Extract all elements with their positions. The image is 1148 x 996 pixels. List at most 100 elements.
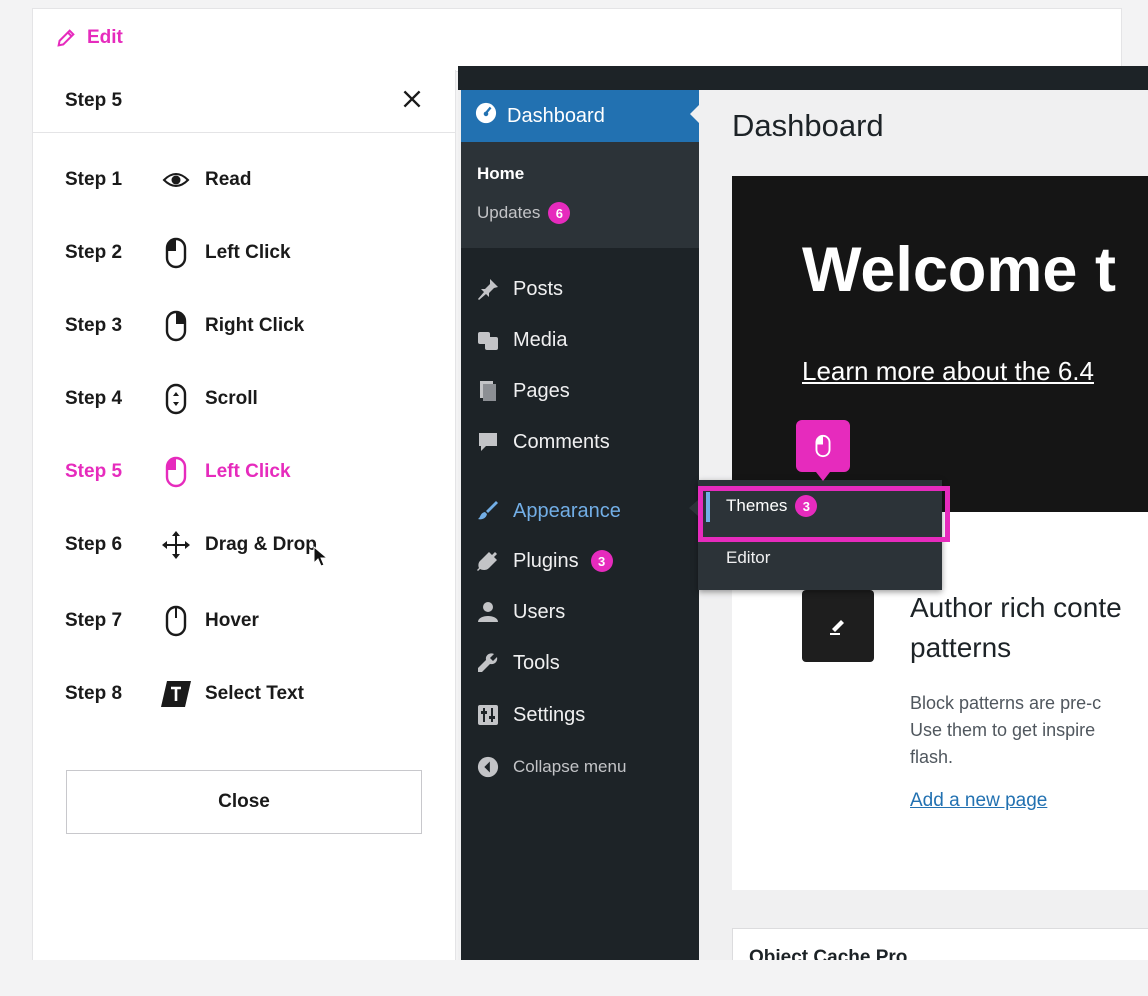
collapse-arrow-icon	[475, 754, 501, 780]
card-text: Block patterns are pre-c Use them to get…	[910, 690, 1101, 771]
submenu-home[interactable]: Home	[477, 164, 524, 184]
move-arrows-icon	[161, 528, 191, 562]
top-bar: Edit	[32, 8, 1122, 72]
text-select-icon	[161, 677, 191, 711]
edit-pen-icon	[802, 590, 874, 662]
sidebar-item-comments[interactable]: Comments	[475, 429, 610, 455]
sidebar-label: Users	[513, 600, 566, 623]
step-label: Step 1	[65, 169, 123, 190]
sidebar-label: Media	[513, 328, 568, 351]
step-label: Step 3	[65, 315, 123, 336]
sidebar-item-dashboard[interactable]: Dashboard	[461, 90, 700, 142]
close-icon[interactable]	[399, 86, 425, 112]
welcome-link[interactable]: Learn more about the 6.4	[802, 356, 1094, 387]
user-icon	[475, 599, 501, 625]
dashboard-gauge-icon	[475, 102, 497, 130]
step-action: Hover	[205, 610, 259, 631]
card-text-line: Block patterns are pre-c	[910, 693, 1102, 713]
card-heading-line: Author rich conte	[910, 592, 1122, 623]
wrench-icon	[475, 650, 501, 676]
updates-label: Updates	[477, 203, 541, 222]
edit-label: Edit	[87, 27, 123, 48]
add-new-page-link[interactable]: Add a new page	[910, 790, 1047, 812]
pages-icon	[475, 378, 501, 404]
mouse-left-click-icon	[815, 434, 831, 458]
sidebar-label: Tools	[513, 651, 560, 674]
highlight-box	[698, 486, 950, 542]
click-tooltip	[796, 420, 850, 481]
wordpress-screen: Dashboard Home Updates 6 Posts Media Pag…	[458, 66, 1148, 960]
welcome-panel: Welcome t Learn more about the 6.4	[732, 176, 1148, 512]
guide-panel: Step 5 Step 1 Read Step 2 Left Click Ste…	[32, 70, 456, 960]
media-icon	[475, 327, 501, 353]
flyout-arrow	[689, 500, 698, 516]
comment-icon	[475, 429, 501, 455]
step-item[interactable]: Step 3 Right Click	[65, 306, 445, 346]
step-action: Drag & Drop	[205, 534, 317, 555]
sidebar-item-plugins[interactable]: Plugins 3	[475, 548, 613, 574]
step-item-active[interactable]: Step 5 Left Click	[65, 452, 445, 492]
step-action: Read	[205, 169, 252, 190]
step-label: Step 6	[65, 534, 123, 555]
step-label: Step 8	[65, 683, 123, 704]
wp-sidebar: Dashboard Home Updates 6 Posts Media Pag…	[461, 66, 700, 960]
step-label: Step 7	[65, 610, 123, 631]
sidebar-item-appearance[interactable]: Appearance	[475, 498, 621, 524]
paintbrush-icon	[475, 498, 501, 524]
step-label: Step 4	[65, 388, 123, 409]
sidebar-item-tools[interactable]: Tools	[475, 650, 560, 676]
step-action: Left Click	[205, 242, 291, 263]
submenu-updates[interactable]: Updates 6	[477, 202, 571, 224]
step-item[interactable]: Step 1 Read	[65, 160, 445, 200]
step-label: Step 2	[65, 242, 123, 263]
step-label: Step 5	[65, 461, 123, 482]
card-title: Object Cache Pro	[749, 947, 908, 960]
flyout-item-editor[interactable]: Editor	[726, 548, 770, 568]
sidebar-label: Plugins	[513, 549, 579, 572]
pencil-icon	[57, 29, 75, 47]
sidebar-label: Collapse menu	[513, 757, 627, 776]
step-action: Select Text	[205, 683, 304, 704]
cursor-arrow-icon	[313, 546, 329, 567]
welcome-heading: Welcome t	[802, 235, 1116, 305]
dashboard-submenu: Home Updates 6	[461, 142, 699, 248]
sidebar-item-pages[interactable]: Pages	[475, 378, 570, 404]
step-action: Scroll	[205, 388, 258, 409]
card-heading: Author rich conte patterns	[910, 588, 1122, 668]
sidebar-label: Appearance	[513, 499, 621, 522]
plugins-badge: 3	[590, 550, 613, 572]
sidebar-label: Settings	[513, 703, 586, 726]
sidebar-item-users[interactable]: Users	[475, 599, 565, 625]
page-title: Dashboard	[732, 108, 884, 143]
panel-header: Step 5	[33, 70, 455, 133]
sidebar-item-settings[interactable]: Settings	[475, 702, 585, 728]
mouse-scroll-icon	[161, 382, 191, 416]
card-heading-line: patterns	[910, 632, 1012, 663]
mouse-left-click-icon	[161, 455, 191, 489]
step-action: Right Click	[205, 315, 305, 336]
edit-button[interactable]: Edit	[55, 27, 123, 49]
plug-icon	[475, 548, 501, 574]
step-item[interactable]: Step 4 Scroll	[65, 379, 445, 419]
mouse-icon	[161, 604, 191, 638]
sidebar-label: Pages	[513, 379, 570, 402]
mouse-left-click-icon	[161, 236, 191, 270]
step-item[interactable]: Step 7 Hover	[65, 601, 445, 641]
sidebar-label: Posts	[513, 277, 564, 300]
collapse-menu-button[interactable]: Collapse menu	[475, 754, 626, 780]
close-button[interactable]: Close	[66, 770, 422, 834]
pin-icon	[475, 276, 501, 302]
panel-title: Step 5	[65, 90, 123, 111]
object-cache-card: Object Cache Pro	[732, 928, 1148, 960]
sidebar-item-media[interactable]: Media	[475, 327, 567, 353]
card-text-line: flash.	[910, 747, 954, 767]
step-item[interactable]: Step 8 Select Text	[65, 674, 445, 714]
card-text-line: Use them to get inspire	[910, 720, 1096, 740]
settings-sliders-icon	[475, 702, 501, 728]
step-item[interactable]: Step 6 Drag & Drop	[65, 525, 445, 565]
sidebar-item-posts[interactable]: Posts	[475, 276, 563, 302]
sidebar-label: Dashboard	[507, 104, 605, 127]
step-action: Left Click	[205, 461, 291, 482]
step-item[interactable]: Step 2 Left Click	[65, 233, 445, 273]
sidebar-label: Comments	[513, 430, 610, 453]
